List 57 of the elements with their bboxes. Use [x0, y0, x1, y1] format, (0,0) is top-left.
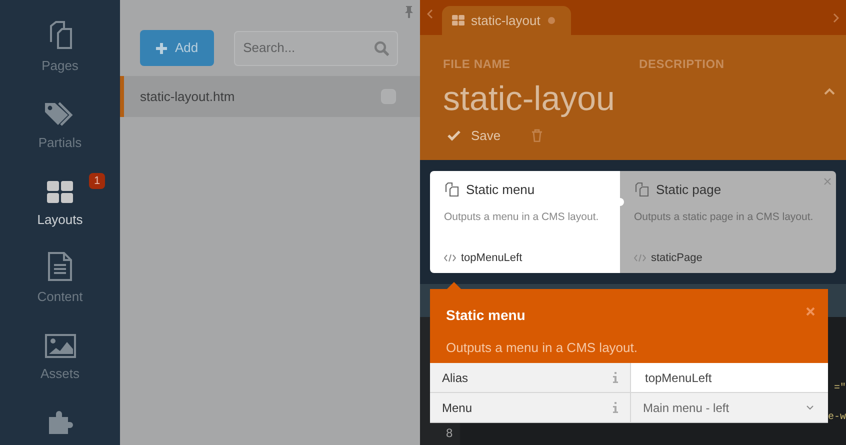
collapse-icon[interactable] — [824, 88, 835, 95]
sidebar-label: Pages — [42, 57, 78, 75]
field-label: FILE NAME — [443, 56, 512, 73]
search-icon[interactable] — [374, 40, 390, 56]
caret-icon — [806, 405, 814, 410]
info-icon[interactable] — [613, 402, 618, 413]
code-text: e-w — [828, 411, 846, 425]
add-button[interactable]: Add — [140, 30, 214, 66]
file-name: static-layout.htm — [140, 88, 235, 106]
save-button[interactable]: Save — [447, 126, 501, 146]
editor-tab[interactable]: static-layout — [442, 6, 572, 35]
sidebar-item[interactable]: Layouts 1 — [0, 172, 120, 249]
sidebar-label: Partials — [38, 134, 82, 152]
copy-icon — [634, 182, 649, 198]
info-icon[interactable] — [613, 372, 618, 383]
component-card[interactable]: Static page Outputs a static page in a CMS layout. staticPage — [620, 171, 836, 273]
sidebar-item[interactable]: Assets — [0, 326, 120, 403]
grid-icon — [452, 15, 465, 26]
field-label: DESCRIPTION — [639, 56, 724, 73]
chevron-right-icon[interactable] — [833, 13, 839, 23]
search-input[interactable]: Search... — [243, 38, 374, 58]
pin-icon[interactable] — [405, 6, 413, 18]
menu-dropdown[interactable]: Main menu - left — [631, 393, 828, 422]
sidebar-item[interactable]: Pages — [0, 18, 120, 95]
code-icon — [444, 254, 456, 262]
plus-icon — [156, 42, 167, 54]
trash-icon[interactable] — [530, 129, 543, 142]
component-description: Outputs a static page in a CMS layout. — [634, 210, 814, 224]
code-icon — [634, 254, 646, 262]
component-alias: topMenuLeft — [461, 250, 522, 266]
property-label: Alias — [442, 370, 468, 386]
alias-field[interactable]: topMenuLeft — [631, 363, 828, 392]
component-title: Static page — [656, 181, 722, 199]
component-alias: staticPage — [651, 250, 702, 266]
code-text: =" — [834, 382, 846, 396]
line-number: 8 — [446, 425, 453, 442]
property-label: Menu — [442, 400, 472, 416]
check-icon — [447, 130, 461, 142]
sidebar-item[interactable]: Partials — [0, 95, 120, 172]
file-name-field[interactable]: static-layou — [443, 75, 627, 123]
component-description: Outputs a menu in a CMS layout. — [444, 210, 600, 224]
search-field[interactable]: Search... — [234, 30, 398, 66]
popup-title: Static menu — [446, 306, 526, 325]
sidebar-item[interactable]: Content — [0, 249, 120, 326]
component-card[interactable]: Static menu Outputs a menu in a CMS layout. topMenuLeft — [430, 171, 620, 273]
close-icon[interactable] — [806, 307, 815, 316]
copy-icon — [444, 182, 459, 198]
sidebar-label: Assets — [40, 365, 80, 383]
chevron-left-icon[interactable] — [427, 9, 433, 19]
sidebar-label: Layouts — [37, 211, 83, 229]
file-row[interactable]: static-layout.htm — [120, 76, 420, 117]
sidebar-label: Content — [37, 288, 83, 306]
close-icon[interactable] — [824, 178, 831, 185]
count-badge: 1 — [89, 173, 105, 189]
popup-description: Outputs a menu in a CMS layout. — [446, 339, 638, 357]
document-icon — [48, 249, 72, 281]
component-title: Static menu — [466, 181, 535, 199]
